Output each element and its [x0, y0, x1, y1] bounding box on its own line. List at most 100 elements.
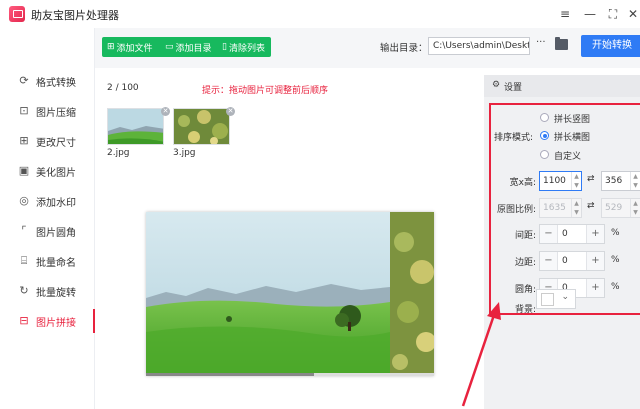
ratio-width-input: 1635 ▲ ▼	[539, 198, 582, 218]
plus-square-icon: ⊞	[107, 42, 115, 52]
mode-radio-custom[interactable]	[540, 150, 549, 159]
resize-icon: ⊞	[19, 134, 29, 147]
sort-mode-label: 排序模式:	[493, 133, 533, 143]
close-icon[interactable]: ✕	[624, 5, 640, 23]
compress-icon: ⊡	[19, 104, 29, 117]
preview-scrollbar-thumb[interactable]	[146, 373, 314, 376]
folder-icon[interactable]	[555, 37, 568, 50]
radius-plus-button[interactable]: +	[586, 279, 604, 297]
ratio-height-spinner: ▲ ▼	[630, 199, 640, 217]
settings-header: ⚙ 设置	[484, 75, 640, 97]
sidebar-item-label: 图片圆角	[36, 227, 76, 239]
mode-label-horizontal: 拼长横图	[554, 133, 591, 143]
image-count: 2 / 100	[107, 83, 139, 93]
settings-title: 设置	[504, 83, 523, 93]
landscape-thumbnail-image	[108, 109, 163, 144]
gap-stepper[interactable]: − 0 +	[539, 224, 605, 244]
margin-unit: %	[611, 255, 620, 265]
flowers-thumbnail-image	[174, 109, 229, 144]
ratio-link-icon: ⇄	[587, 201, 595, 211]
mode-radio-horizontal[interactable]	[540, 131, 549, 140]
height-input[interactable]: 356 ▲ ▼	[601, 171, 640, 191]
settings-highlight-box: 拼长竖图 排序模式: 拼长横图 自定义 宽x高: 1100 ▲ ▼ ⇄ 356 ▲…	[489, 103, 640, 315]
gap-plus-button[interactable]: +	[586, 225, 604, 243]
sidebar-item-label: 添加水印	[36, 197, 76, 209]
start-convert-button[interactable]: 开始转换	[581, 35, 640, 57]
remove-thumbnail-1-icon[interactable]: ✕	[161, 107, 170, 116]
file-actions: ⊞ 添加文件 ▭ 添加目录 ▯ 清除列表	[102, 37, 271, 57]
radius-label: 圆角:	[514, 285, 536, 295]
thumbnail-1[interactable]	[107, 108, 164, 145]
sidebar-item-round-corner[interactable]: ⌜ 图片圆角	[0, 216, 95, 246]
mode-label-custom: 自定义	[554, 152, 582, 162]
width-value: 1100	[543, 176, 566, 186]
margin-plus-button[interactable]: +	[586, 252, 604, 270]
clear-list-button[interactable]: ▯ 清除列表	[217, 37, 271, 57]
toolbar: ⊞ 添加文件 ▭ 添加目录 ▯ 清除列表 输出目录： C:\Users\admi…	[95, 28, 640, 68]
thumbnail-2[interactable]	[173, 108, 230, 145]
height-value: 356	[605, 176, 623, 186]
sidebar-item-label: 图片压缩	[36, 107, 76, 119]
menu-icon[interactable]: ≡	[556, 5, 574, 23]
mode-radio-vertical[interactable]	[540, 113, 549, 122]
add-folder-button[interactable]: ▭ 添加目录	[160, 37, 217, 57]
gap-value: 0	[562, 229, 568, 239]
trash-icon: ▯	[222, 42, 227, 52]
format-convert-icon: ⟳	[19, 74, 29, 87]
sidebar-item-format[interactable]: ⟳ 格式转换	[0, 66, 95, 96]
image-list-area: 2 / 100 提示：拖动图片可调整前后顺序 ✕ 2.jpg ✕ 3.jpg	[102, 75, 475, 409]
sidebar-item-label: 图片拼接	[36, 317, 76, 329]
rename-icon: ⌸	[20, 254, 28, 267]
margin-value: 0	[562, 256, 568, 266]
ratio-height-value: 529	[605, 203, 623, 213]
width-input[interactable]: 1100 ▲ ▼	[539, 171, 582, 191]
rotate-icon: ↻	[19, 284, 29, 297]
height-spinner[interactable]: ▲ ▼	[630, 172, 640, 190]
add-folder-label: 添加目录	[175, 43, 212, 54]
margin-minus-button[interactable]: −	[540, 252, 558, 270]
app-logo-icon	[9, 6, 25, 22]
thumbnail-2-name: 3.jpg	[173, 148, 196, 158]
output-dir-label: 输出目录：	[380, 43, 428, 54]
folder-outline-icon: ▭	[165, 42, 174, 52]
preview-scrollbar[interactable]	[146, 373, 434, 376]
size-label: 宽x高:	[509, 178, 536, 188]
sidebar-item-watermark[interactable]: ◎ 添加水印	[0, 186, 95, 216]
stitch-icon: ⊟	[19, 314, 29, 327]
sidebar-item-stitch[interactable]: ⊟ 图片拼接	[0, 306, 95, 336]
annotation-arrow-icon	[461, 302, 501, 407]
sidebar-item-label: 批量旋转	[36, 287, 76, 299]
background-color-picker[interactable]: ⌄	[536, 289, 576, 309]
sidebar-item-compress[interactable]: ⊡ 图片压缩	[0, 96, 95, 126]
chevron-down-icon: ⌄	[561, 292, 569, 302]
output-dir-input[interactable]: C:\Users\admin\Desktop	[428, 37, 530, 55]
maximize-icon[interactable]: ⛶	[604, 5, 622, 23]
remove-thumbnail-2-icon[interactable]: ✕	[226, 107, 235, 116]
more-options-button[interactable]: ···	[536, 37, 546, 48]
swap-size-icon[interactable]: ⇄	[587, 174, 595, 184]
app-title: 助友宝图片处理器	[31, 9, 119, 22]
round-corner-icon: ⌜	[21, 224, 27, 237]
gap-label: 间距:	[514, 231, 536, 241]
sidebar-item-rotate[interactable]: ↻ 批量旋转	[0, 276, 95, 306]
title-bar: 助友宝图片处理器 ≡ — ⛶ ✕	[0, 0, 640, 28]
sidebar-item-label: 美化图片	[36, 167, 76, 179]
beautify-icon: ▣	[18, 164, 30, 177]
width-spinner[interactable]: ▲ ▼	[571, 172, 581, 190]
mode-label-vertical: 拼长竖图	[554, 115, 591, 125]
gap-minus-button[interactable]: −	[540, 225, 558, 243]
sidebar: ⟳ 格式转换 ⊡ 图片压缩 ⊞ 更改尺寸 ▣ 美化图片 ◎ 添加水印 ⌜ 图片圆…	[0, 28, 95, 409]
sidebar-item-resize[interactable]: ⊞ 更改尺寸	[0, 126, 95, 156]
ratio-height-input: 529 ▲ ▼	[601, 198, 640, 218]
sidebar-item-beautify[interactable]: ▣ 美化图片	[0, 156, 95, 186]
ratio-width-value: 1635	[543, 203, 566, 213]
ratio-label: 原图比例:	[496, 205, 536, 215]
sidebar-item-label: 更改尺寸	[36, 137, 76, 149]
watermark-icon: ◎	[19, 194, 29, 207]
sidebar-item-rename[interactable]: ⌸ 批量命名	[0, 246, 95, 276]
minimize-icon[interactable]: —	[581, 5, 599, 23]
stitch-preview	[146, 212, 434, 376]
margin-stepper[interactable]: − 0 +	[539, 251, 605, 271]
gear-icon: ⚙	[492, 80, 501, 90]
add-file-button[interactable]: ⊞ 添加文件	[102, 37, 160, 57]
